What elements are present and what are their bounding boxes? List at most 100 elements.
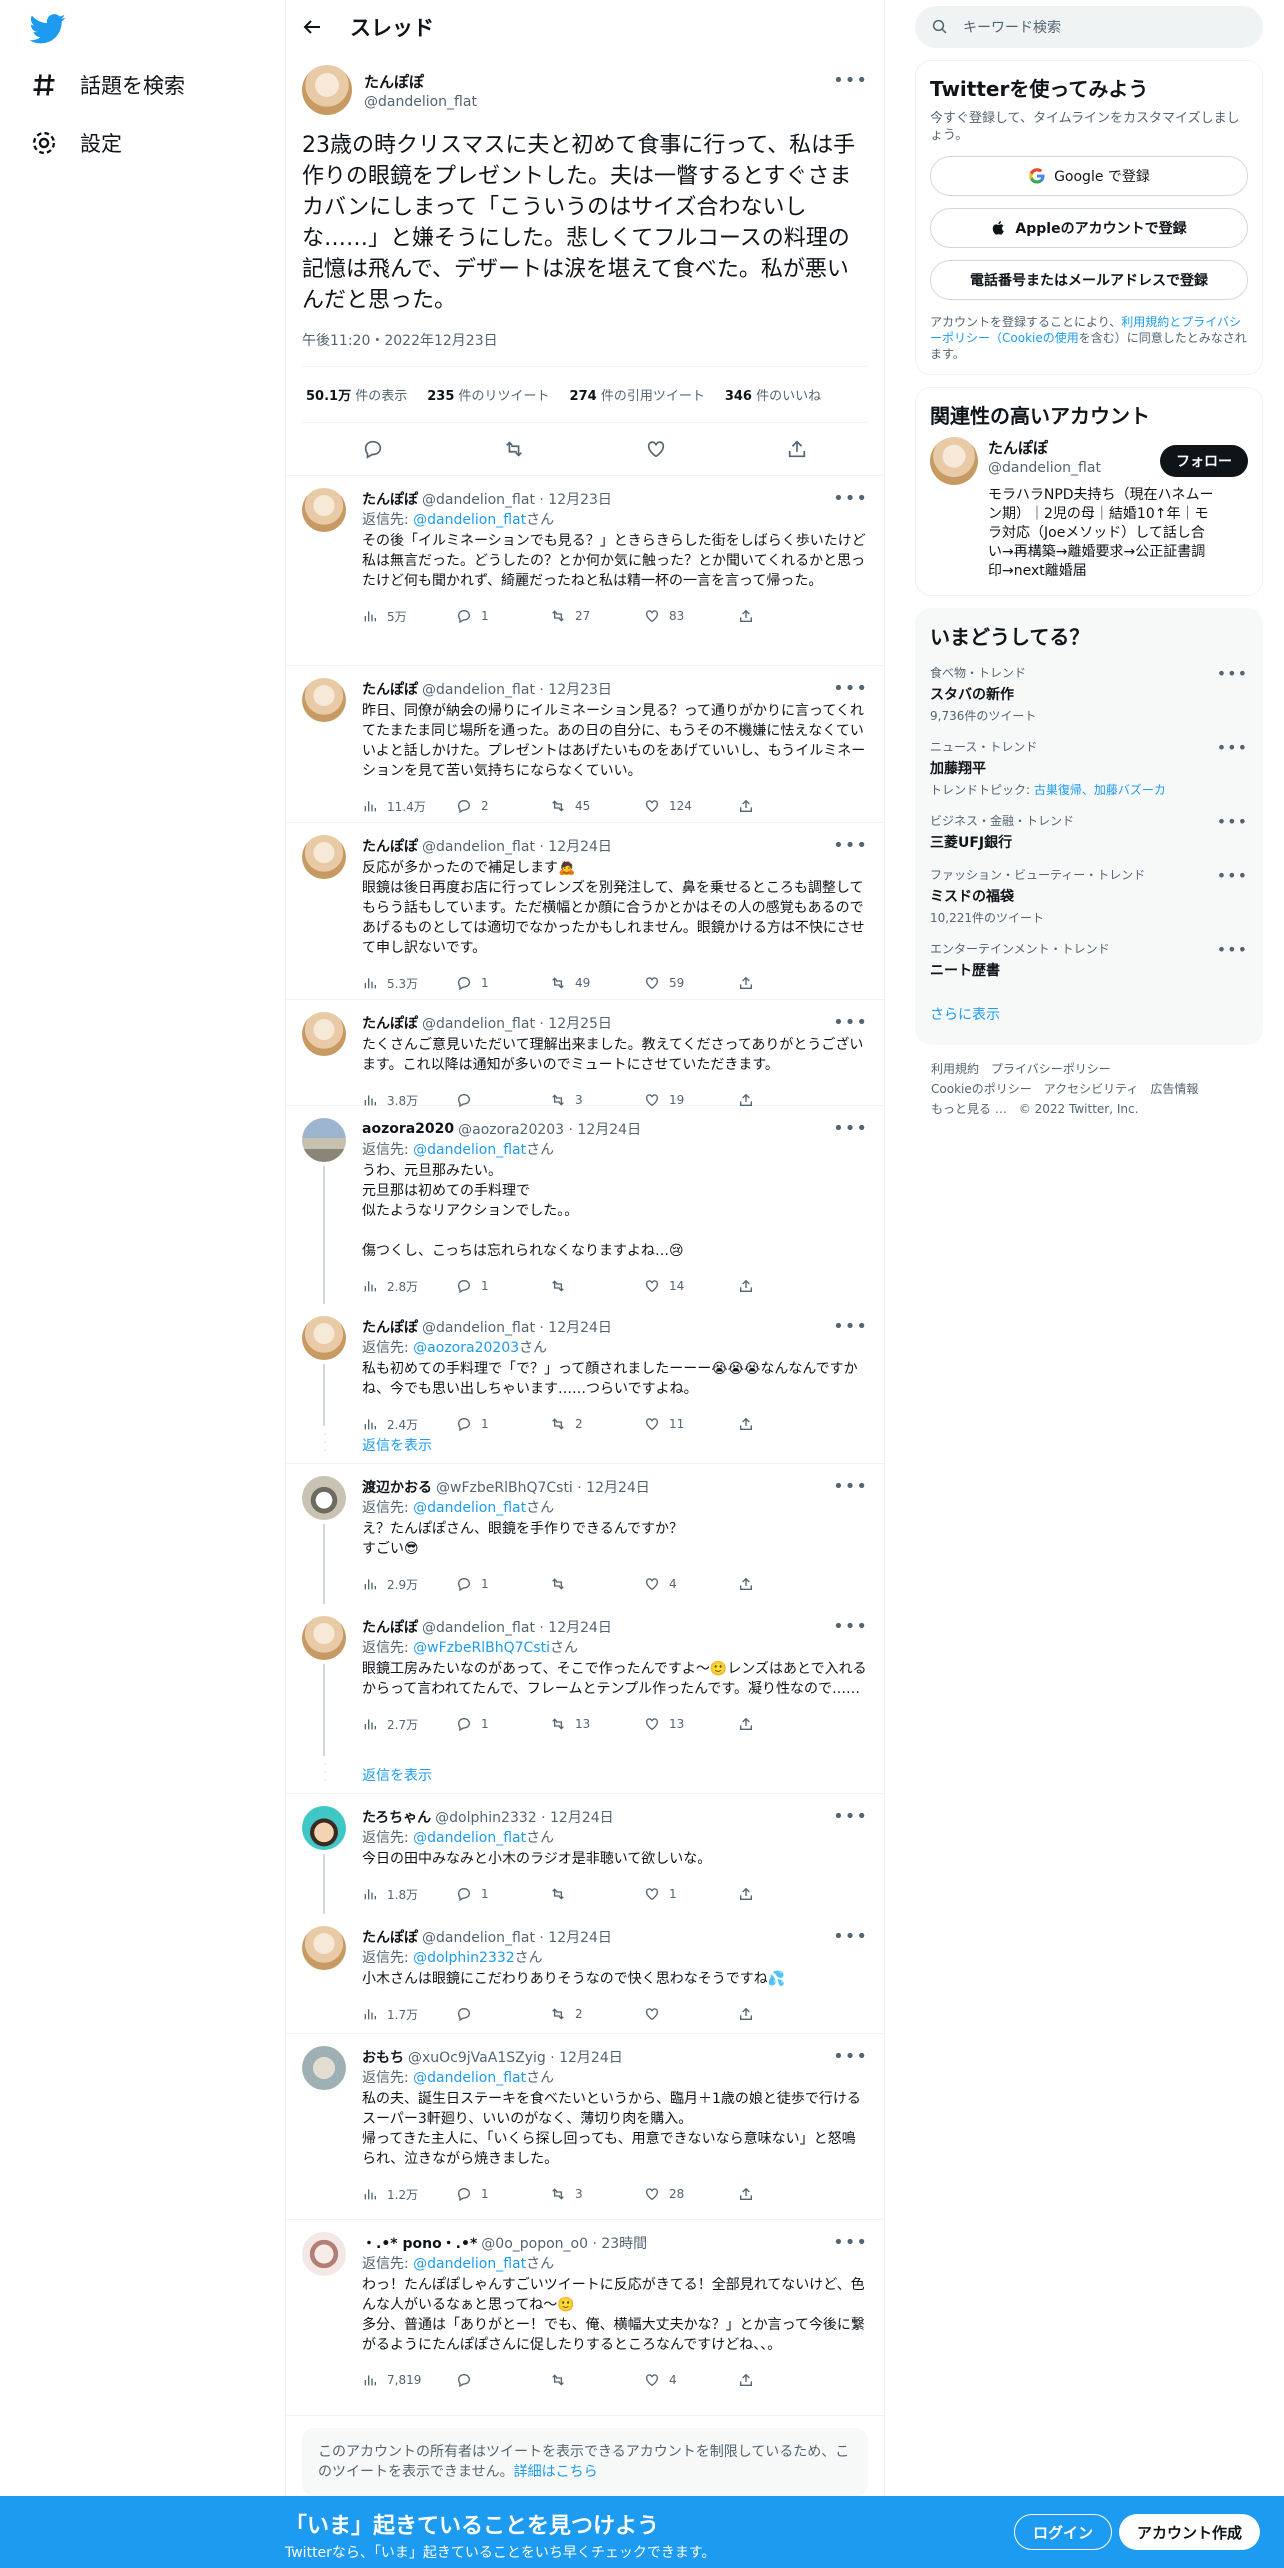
more-icon[interactable]: ••• <box>833 488 868 509</box>
share-button[interactable] <box>738 798 832 814</box>
retweet-button[interactable]: 45 <box>550 798 644 814</box>
reply-icon[interactable] <box>362 438 384 460</box>
share-button[interactable] <box>738 1886 832 1902</box>
retweet-button[interactable]: 13 <box>550 1716 644 1732</box>
share-button[interactable] <box>738 1576 832 1592</box>
more-icon[interactable]: ••• <box>833 1118 868 1139</box>
avatar[interactable] <box>302 488 346 532</box>
more-icon[interactable]: ••• <box>833 2232 868 2253</box>
avatar[interactable] <box>302 2046 346 2090</box>
reply-button[interactable]: 1 <box>456 1716 550 1732</box>
trend-item[interactable]: 食べ物・トレンド スタバの新作 9,736件のツイート ••• <box>930 664 1248 724</box>
footer-more-link[interactable]: もっと見る … <box>931 1102 1007 1116</box>
reply-to-handle[interactable]: @wFzbeRlBhQ7Csti <box>413 1640 550 1656</box>
more-icon[interactable]: ••• <box>833 2046 868 2067</box>
show-replies-link[interactable]: · · · 返信を表示 <box>286 1756 884 1794</box>
avatar[interactable] <box>302 1012 346 1056</box>
show-replies-link[interactable]: · · · 返信を表示 <box>286 1426 884 1464</box>
account-row[interactable]: たんぽぽ @dandelion_flat モラハラNPD夫持ち（現在ハネムーン期… <box>930 437 1248 581</box>
reply-button[interactable] <box>456 2372 550 2388</box>
views-stat[interactable]: 1.7万 <box>362 2006 456 2023</box>
more-icon[interactable]: ••• <box>833 678 868 699</box>
reply-meta[interactable]: @dandelion_flat · 12月23日 <box>422 489 612 509</box>
more-icon[interactable]: ••• <box>1217 664 1248 683</box>
nav-settings[interactable]: 設定 <box>30 128 122 158</box>
reply-meta[interactable]: @dolphin2332 · 12月24日 <box>435 1807 613 1827</box>
reply-to-handle[interactable]: @dandelion_flat <box>413 1142 526 1158</box>
like-button[interactable]: 124 <box>644 798 738 814</box>
more-icon[interactable]: ••• <box>1217 940 1248 959</box>
heart-icon[interactable] <box>645 438 667 460</box>
avatar[interactable] <box>302 1616 346 1660</box>
like-button[interactable]: 83 <box>644 608 738 624</box>
retweet-button[interactable] <box>550 2372 644 2388</box>
tweet-date[interactable]: 午後11:20・2022年12月23日 <box>302 330 868 367</box>
stat-quotes[interactable]: 274 件の引用ツイート <box>570 385 705 404</box>
reply-tweet[interactable]: 渡辺かおる @wFzbeRlBhQ7Csti · 12月24日 ••• 返信先: @… <box>286 1464 884 1604</box>
reply-button[interactable] <box>456 2006 550 2022</box>
trend-item[interactable]: ファッション・ビューティー・トレンド ミスドの福袋 10,221件のツイート •… <box>930 866 1248 926</box>
reply-meta[interactable]: @dandelion_flat · 12月25日 <box>422 1013 612 1033</box>
reply-to-handle[interactable]: @dandelion_flat <box>413 512 526 528</box>
author-name[interactable]: たんぽぽ <box>364 71 477 92</box>
views-stat[interactable]: 2.9万 <box>362 1576 456 1593</box>
retweet-button[interactable] <box>550 1278 644 1294</box>
more-icon[interactable]: ••• <box>833 1806 868 1827</box>
reply-to-handle[interactable]: @dolphin2332 <box>413 1950 515 1966</box>
phone-signup-button[interactable]: 電話番号またはメールアドレスで登録 <box>930 260 1248 300</box>
reply-author[interactable]: たんぽぽ <box>362 1617 418 1637</box>
avatar[interactable] <box>302 835 346 879</box>
more-icon[interactable]: ••• <box>1217 812 1248 831</box>
retweet-button[interactable]: 3 <box>550 2186 644 2202</box>
login-button[interactable]: ログイン <box>1014 2514 1113 2550</box>
views-stat[interactable]: 5.3万 <box>362 975 456 992</box>
footer-link[interactable]: Cookieのポリシー <box>931 1082 1032 1096</box>
views-stat[interactable]: 11.4万 <box>362 798 456 815</box>
avatar[interactable] <box>930 437 978 485</box>
reply-to-handle[interactable]: @dandelion_flat <box>413 1500 526 1516</box>
like-button[interactable]: 4 <box>644 1576 738 1592</box>
google-signup-button[interactable]: Google で登録 <box>930 156 1248 196</box>
reply-tweet[interactable]: たんぽぽ @dandelion_flat · 12月24日 ••• 返信先: @wF… <box>286 1604 884 1756</box>
reply-meta[interactable]: @xuOc9jVaA1SZyig · 12月24日 <box>408 2047 623 2067</box>
reply-tweet[interactable]: おもち @xuOc9jVaA1SZyig · 12月24日 ••• 返信先: @da… <box>286 2034 884 2220</box>
trend-topic-link[interactable]: 古巣復帰、加藤バズーカ <box>1034 783 1166 797</box>
reply-button[interactable]: 1 <box>456 975 550 991</box>
stat-likes[interactable]: 346 件のいいね <box>725 385 821 404</box>
more-icon[interactable]: ••• <box>833 1012 868 1033</box>
stat-views[interactable]: 50.1万 件の表示 <box>306 385 407 404</box>
apple-signup-button[interactable]: Appleのアカウントで登録 <box>930 208 1248 248</box>
show-more-trends-link[interactable]: さらに表示 <box>930 1004 1248 1024</box>
reply-button[interactable]: 1 <box>456 1886 550 1902</box>
trend-item[interactable]: エンターテインメント・トレンド ニート歴書 ••• <box>930 940 1248 980</box>
reply-meta[interactable]: @dandelion_flat · 12月24日 <box>422 1927 612 1947</box>
twitter-logo-icon[interactable] <box>30 14 66 44</box>
reply-meta[interactable]: @0o_popon_o0 · 23時間 <box>481 2233 647 2253</box>
like-button[interactable]: 13 <box>644 1716 738 1732</box>
reply-tweet[interactable]: たんぽぽ @dandelion_flat · 12月24日 ••• 反応が多かったの… <box>286 823 884 1000</box>
reply-tweet[interactable]: たんぽぽ @dandelion_flat · 12月25日 ••• たくさんご意見い… <box>286 1000 884 1108</box>
stat-retweets[interactable]: 235 件のリツイート <box>427 385 549 404</box>
avatar[interactable] <box>302 2232 346 2276</box>
reply-button[interactable]: 1 <box>456 608 550 624</box>
views-stat[interactable]: 2.7万 <box>362 1716 456 1733</box>
footer-link[interactable]: プライバシーポリシー <box>991 1062 1111 1076</box>
reply-tweet[interactable]: aozora2020 @aozora20203 · 12月24日 ••• 返信先: … <box>286 1106 884 1304</box>
reply-author[interactable]: たんぽぽ <box>362 1927 418 1947</box>
reply-tweet[interactable]: たんぽぽ @dandelion_flat · 12月24日 ••• 返信先: @do… <box>286 1914 884 2034</box>
retweet-button[interactable] <box>550 1886 644 1902</box>
reply-tweet[interactable]: たんぽぽ @dandelion_flat · 12月23日 ••• 返信先: @da… <box>286 476 884 666</box>
retweet-button[interactable]: 49 <box>550 975 644 991</box>
reply-tweet[interactable]: たんぽぽ @dandelion_flat · 12月24日 ••• 返信先: @ao… <box>286 1304 884 1432</box>
footer-link[interactable]: 広告情報 <box>1150 1082 1198 1096</box>
share-icon[interactable] <box>786 438 808 460</box>
retweet-button[interactable]: 27 <box>550 608 644 624</box>
reply-meta[interactable]: @aozora20203 · 12月24日 <box>458 1119 641 1139</box>
reply-to-handle[interactable]: @aozora20203 <box>413 1340 519 1356</box>
avatar[interactable] <box>302 1926 346 1970</box>
share-button[interactable] <box>738 608 832 624</box>
reply-meta[interactable]: @dandelion_flat · 12月24日 <box>422 1617 612 1637</box>
share-button[interactable] <box>738 975 832 991</box>
more-icon[interactable]: ••• <box>833 70 868 91</box>
reply-button[interactable]: 1 <box>456 1576 550 1592</box>
